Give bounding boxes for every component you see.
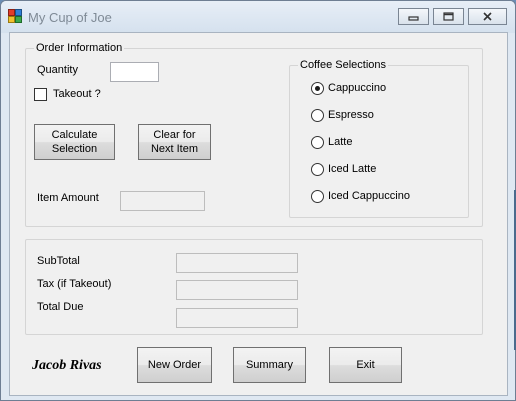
coffee-selections-group: Coffee Selections Cappuccino Espresso La…	[289, 59, 469, 218]
calculate-selection-label: Calculate Selection	[51, 129, 98, 155]
coffee-selections-legend: Coffee Selections	[298, 59, 389, 71]
radio-iced-latte[interactable]: Iced Latte	[311, 161, 376, 177]
totals-group: SubTotal Tax (if Takeout) Total Due	[25, 239, 483, 335]
minimize-icon	[408, 16, 419, 21]
app-window: My Cup of Joe Order Information Quantity…	[0, 0, 516, 401]
clear-next-item-label: Clear for Next Item	[150, 129, 199, 155]
quantity-input[interactable]	[110, 62, 159, 82]
radio-latte[interactable]: Latte	[311, 134, 352, 150]
subtotal-field	[176, 253, 298, 273]
calculate-selection-button[interactable]: Calculate Selection	[34, 124, 115, 160]
radio-label: Latte	[328, 136, 353, 148]
maximize-button[interactable]	[433, 8, 464, 25]
quantity-label: Quantity	[37, 64, 78, 76]
new-order-button[interactable]: New Order	[137, 347, 212, 383]
subtotal-label: SubTotal	[37, 255, 80, 267]
tax-label: Tax (if Takeout)	[37, 278, 112, 290]
order-information-legend: Order Information	[34, 42, 125, 54]
radio-label: Iced Latte	[328, 163, 377, 175]
author-name: Jacob Rivas	[32, 358, 102, 373]
app-window-icon	[8, 9, 22, 23]
radio-unselected-icon	[311, 189, 324, 203]
window-title: My Cup of Joe	[28, 10, 112, 25]
item-amount-label: Item Amount	[37, 192, 99, 204]
total-due-label: Total Due	[37, 301, 84, 313]
total-due-field	[176, 308, 298, 328]
radio-label: Iced Cappuccino	[328, 190, 410, 202]
maximize-icon	[443, 12, 454, 21]
exit-label: Exit	[356, 359, 375, 371]
radio-cappuccino[interactable]: Cappuccino	[311, 80, 386, 96]
radio-unselected-icon	[311, 135, 324, 149]
radio-label: Espresso	[328, 109, 374, 121]
close-icon	[483, 12, 492, 21]
radio-label: Cappuccino	[328, 82, 387, 94]
close-button[interactable]	[468, 8, 507, 25]
exit-button[interactable]: Exit	[329, 347, 402, 383]
takeout-checkbox[interactable]	[34, 88, 47, 101]
title-bar[interactable]: My Cup of Joe	[1, 1, 515, 33]
tax-field	[176, 280, 298, 300]
new-order-label: New Order	[147, 359, 202, 371]
radio-selected-icon	[311, 81, 324, 95]
summary-button[interactable]: Summary	[233, 347, 306, 383]
summary-label: Summary	[245, 359, 294, 371]
radio-unselected-icon	[311, 162, 324, 176]
minimize-button[interactable]	[398, 8, 429, 25]
order-information-group: Order Information Quantity Takeout ? Cal…	[25, 42, 483, 227]
radio-iced-cappuccino[interactable]: Iced Cappuccino	[311, 188, 410, 204]
radio-espresso[interactable]: Espresso	[311, 107, 374, 123]
form-client-area: Order Information Quantity Takeout ? Cal…	[9, 32, 508, 396]
clear-next-item-button[interactable]: Clear for Next Item	[138, 124, 211, 160]
item-amount-field	[120, 191, 205, 211]
takeout-label: Takeout ?	[53, 88, 101, 100]
radio-unselected-icon	[311, 108, 324, 122]
window-controls	[398, 8, 507, 25]
